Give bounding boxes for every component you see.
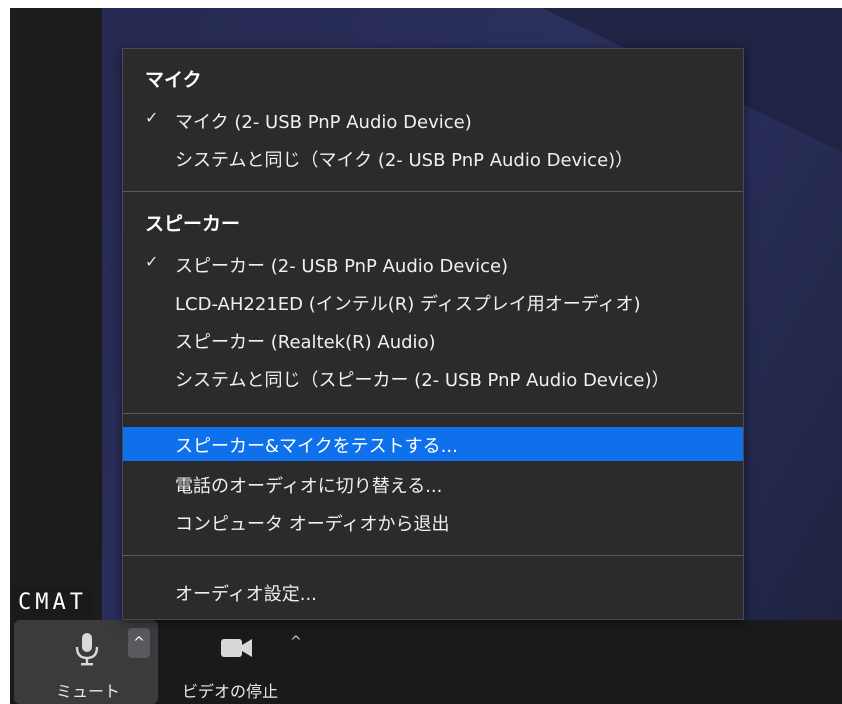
check-icon: ✓ bbox=[145, 108, 159, 127]
stop-video-label: ビデオの停止 bbox=[182, 682, 279, 701]
menu-item-leave-computer-audio[interactable]: コンピュータ オーディオから退出 bbox=[123, 505, 743, 539]
video-side-strip bbox=[10, 8, 102, 620]
menu-divider bbox=[123, 413, 743, 414]
menu-item-label: オーディオ設定... bbox=[175, 584, 317, 605]
menu-item-speaker-realtek[interactable]: スピーカー (Realtek(R) Audio) bbox=[123, 323, 743, 357]
menu-item-label: 電話のオーディオに切り替える... bbox=[175, 476, 443, 497]
menu-item-label: システムと同じ（スピーカー (2- USB PnP Audio Device)） bbox=[175, 370, 670, 391]
microphone-icon bbox=[74, 632, 100, 670]
menu-item-label: マイク (2- USB PnP Audio Device) bbox=[175, 112, 472, 133]
check-icon: ✓ bbox=[145, 252, 159, 271]
menu-item-speaker-system[interactable]: システムと同じ（スピーカー (2- USB PnP Audio Device)） bbox=[123, 361, 743, 395]
menu-item-label: システムと同じ（マイク (2- USB PnP Audio Device)） bbox=[175, 150, 634, 171]
menu-item-label: コンピュータ オーディオから退出 bbox=[175, 514, 450, 535]
menu-item-speaker-usb[interactable]: ✓ スピーカー (2- USB PnP Audio Device) bbox=[123, 247, 743, 281]
menu-item-test-speaker-mic[interactable]: スピーカー&マイクをテストする... bbox=[123, 427, 743, 461]
menu-divider bbox=[123, 555, 743, 556]
caret-up-icon: ^ bbox=[133, 635, 145, 651]
microphone-heading: マイク bbox=[145, 69, 202, 91]
menu-item-microphone-usb[interactable]: ✓ マイク (2- USB PnP Audio Device) bbox=[123, 103, 743, 137]
menu-item-label: スピーカー (2- USB PnP Audio Device) bbox=[175, 256, 509, 277]
menu-item-microphone-system[interactable]: システムと同じ（マイク (2- USB PnP Audio Device)） bbox=[123, 141, 743, 175]
menu-item-switch-phone-audio[interactable]: 電話のオーディオに切り替える... bbox=[123, 467, 743, 501]
meeting-toolbar: ミュート ^ ビデオの停止 ^ bbox=[10, 620, 842, 704]
audio-options-caret[interactable]: ^ bbox=[128, 628, 150, 658]
menu-item-speaker-lcd[interactable]: LCD-AH221ED (インテル(R) ディスプレイ用オーディオ) bbox=[123, 285, 743, 319]
mute-label: ミュート bbox=[56, 682, 121, 701]
menu-item-label: スピーカー&マイクをテストする... bbox=[175, 436, 458, 457]
video-options-caret[interactable]: ^ bbox=[290, 634, 302, 650]
video-camera-icon bbox=[220, 636, 254, 664]
menu-item-audio-settings[interactable]: オーディオ設定... bbox=[123, 575, 743, 609]
stop-video-button[interactable]: ビデオの停止 bbox=[168, 620, 308, 704]
menu-item-label: スピーカー (Realtek(R) Audio) bbox=[175, 332, 436, 353]
speaker-heading: スピーカー bbox=[145, 213, 241, 235]
menu-item-label: LCD-AH221ED (インテル(R) ディスプレイ用オーディオ) bbox=[175, 294, 641, 315]
menu-divider bbox=[123, 191, 743, 192]
audio-dropdown-menu: マイク ✓ マイク (2- USB PnP Audio Device) システム… bbox=[122, 48, 744, 620]
participant-name-tag: CMAT bbox=[12, 588, 93, 618]
